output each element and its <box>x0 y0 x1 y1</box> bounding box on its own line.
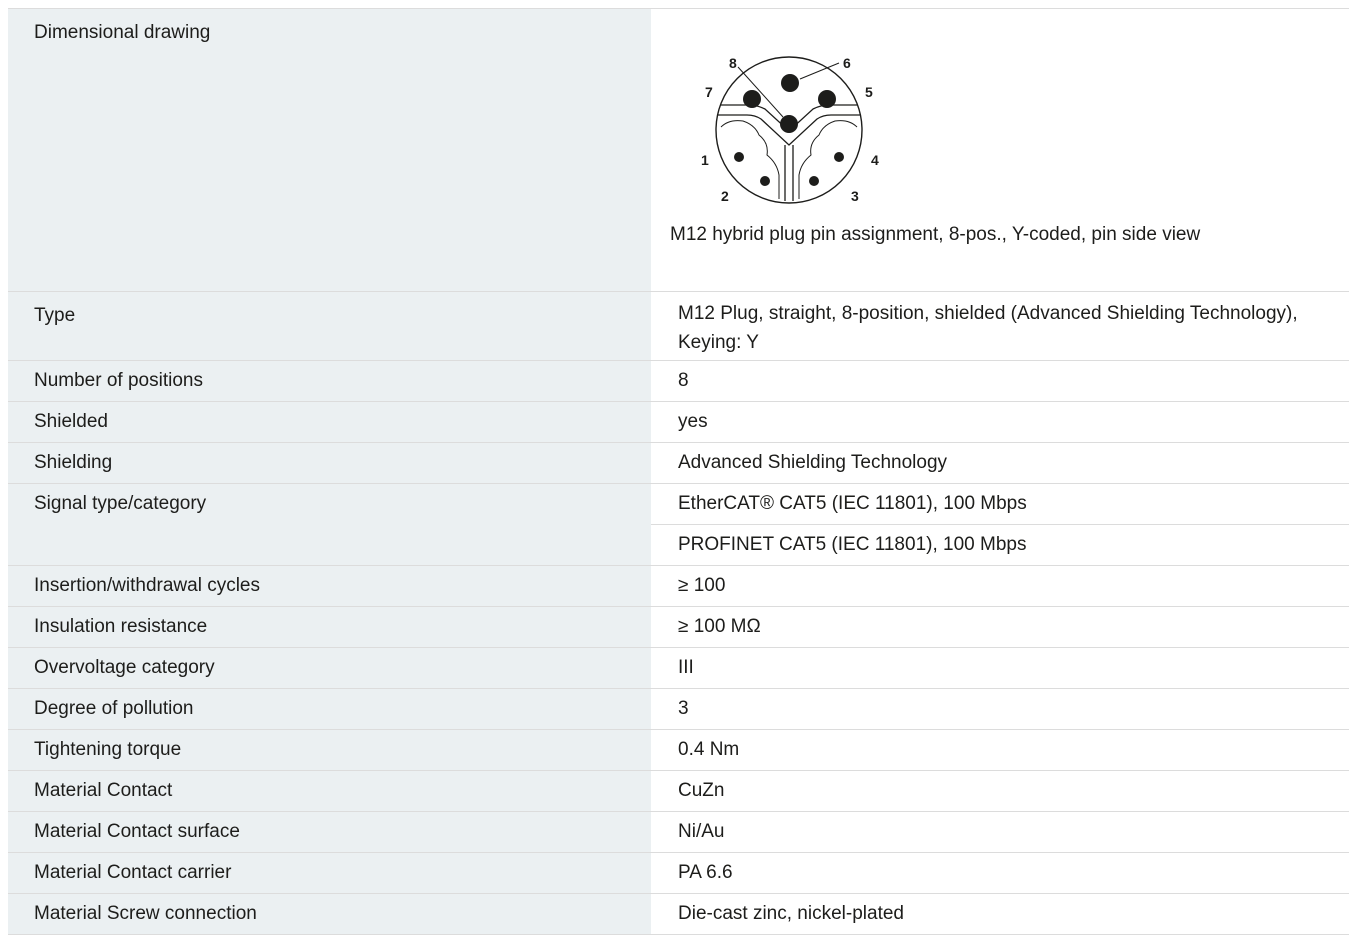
row-value-cell: CuZn <box>651 771 1349 811</box>
row-label: Material Contact <box>8 771 651 811</box>
pin-5 <box>818 90 836 108</box>
row-value-cell: M12 Plug, straight, 8-position, shielded… <box>651 292 1349 360</box>
pin-4 <box>834 152 844 162</box>
spec-row: Material Screw connection Die-cast zinc,… <box>8 894 1349 935</box>
row-value-cell: PA 6.6 <box>651 853 1349 893</box>
pin-3 <box>809 176 819 186</box>
drawing-cell: 1 2 3 4 5 6 7 8 M12 hybrid plug pin assi… <box>651 9 1349 291</box>
row-dimensional-drawing: Dimensional drawing 1 2 3 4 5 6 7 8 M12 … <box>8 9 1349 292</box>
pin-number: 4 <box>871 152 879 168</box>
row-value-cell: EtherCAT® CAT5 (IEC 11801), 100 Mbps PRO… <box>651 484 1349 565</box>
row-label: Material Screw connection <box>8 894 651 934</box>
row-value-cell: 8 <box>651 361 1349 401</box>
row-label: Type <box>8 292 651 360</box>
row-value: CuZn <box>678 780 725 801</box>
pin-1 <box>734 152 744 162</box>
row-label: Tightening torque <box>8 730 651 770</box>
row-label: Shielding <box>8 443 651 483</box>
spec-table: Dimensional drawing 1 2 3 4 5 6 7 8 M12 … <box>8 8 1349 935</box>
row-label: Material Contact carrier <box>8 853 651 893</box>
spec-row: Material Contact surface Ni/Au <box>8 812 1349 853</box>
pin-8 <box>780 115 798 133</box>
pin-2 <box>760 176 770 186</box>
row-value-cell: Advanced Shielding Technology <box>651 443 1349 483</box>
row-label: Shielded <box>8 402 651 442</box>
row-value: 0.4 Nm <box>678 739 740 760</box>
drawing-caption: M12 hybrid plug pin assignment, 8-pos., … <box>670 224 1201 245</box>
pin-6 <box>781 74 799 92</box>
pin-number: 2 <box>721 188 729 204</box>
row-value-cell: yes <box>651 402 1349 442</box>
row-value: Advanced Shielding Technology <box>678 452 948 473</box>
spec-row: Insertion/withdrawal cycles ≥ 100 <box>8 566 1349 607</box>
spec-row: Shielded yes <box>8 402 1349 443</box>
row-value: PROFINET CAT5 (IEC 11801), 100 Mbps <box>651 524 1349 565</box>
row-value: EtherCAT® CAT5 (IEC 11801), 100 Mbps <box>678 493 1027 514</box>
row-value: III <box>678 657 694 678</box>
pin-number: 7 <box>705 84 713 100</box>
pin-number: 5 <box>865 84 873 100</box>
row-label: Degree of pollution <box>8 689 651 729</box>
row-value-cell: III <box>651 648 1349 688</box>
row-label: Number of positions <box>8 361 651 401</box>
row-value: PA 6.6 <box>678 862 733 883</box>
spec-row: Overvoltage category III <box>8 648 1349 689</box>
spec-row: Insulation resistance ≥ 100 MΩ <box>8 607 1349 648</box>
row-label: Signal type/category <box>8 484 651 565</box>
row-value: yes <box>678 411 708 432</box>
row-value-cell: 3 <box>651 689 1349 729</box>
row-label: Material Contact surface <box>8 812 651 852</box>
row-value-cell: ≥ 100 <box>651 566 1349 606</box>
row-value-cell: ≥ 100 MΩ <box>651 607 1349 647</box>
row-label: Insulation resistance <box>8 607 651 647</box>
row-value-cell: Ni/Au <box>651 812 1349 852</box>
row-value: Die-cast zinc, nickel-plated <box>678 903 904 924</box>
row-value: ≥ 100 MΩ <box>678 616 761 637</box>
row-value: 3 <box>678 698 689 719</box>
spec-row: Signal type/category EtherCAT® CAT5 (IEC… <box>8 484 1349 566</box>
pin-number: 8 <box>729 55 737 71</box>
pin-number: 6 <box>843 55 851 71</box>
row-value-cell: Die-cast zinc, nickel-plated <box>651 894 1349 934</box>
spec-row: Tightening torque 0.4 Nm <box>8 730 1349 771</box>
row-value: 8 <box>678 370 689 391</box>
pin-number: 1 <box>701 152 709 168</box>
pin-assignment-drawing: 1 2 3 4 5 6 7 8 <box>701 55 879 204</box>
row-label: Overvoltage category <box>8 648 651 688</box>
spec-row: Type M12 Plug, straight, 8-position, shi… <box>8 292 1349 361</box>
spec-row: Material Contact carrier PA 6.6 <box>8 853 1349 894</box>
spec-row: Number of positions 8 <box>8 361 1349 402</box>
row-label: Insertion/withdrawal cycles <box>8 566 651 606</box>
row-value: Ni/Au <box>678 821 725 842</box>
spec-row: Material Contact CuZn <box>8 771 1349 812</box>
spec-row: Shielding Advanced Shielding Technology <box>8 443 1349 484</box>
row-value-cell: 0.4 Nm <box>651 730 1349 770</box>
pin-number: 3 <box>851 188 859 204</box>
row-value: M12 Plug, straight, 8-position, shielded… <box>678 303 1298 353</box>
row-value: ≥ 100 <box>678 575 726 596</box>
row-label: Dimensional drawing <box>8 9 651 291</box>
spec-row: Degree of pollution 3 <box>8 689 1349 730</box>
pin-7 <box>743 90 761 108</box>
